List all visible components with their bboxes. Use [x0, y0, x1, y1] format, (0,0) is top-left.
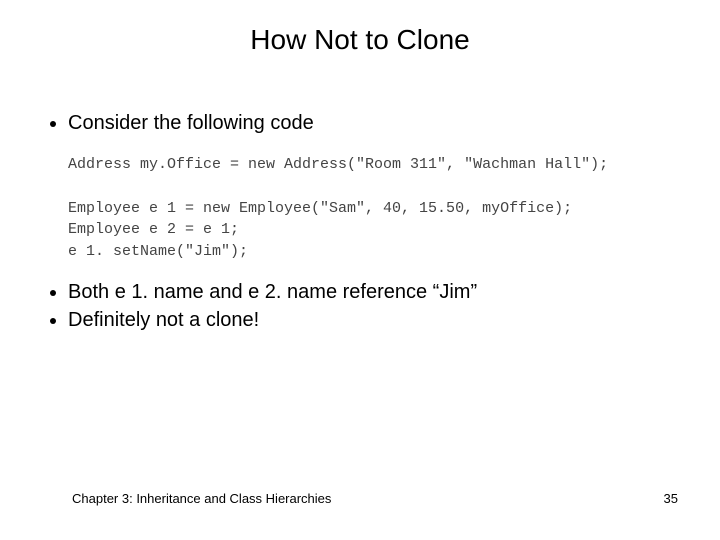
footer-chapter: Chapter 3: Inheritance and Class Hierarc… [72, 491, 331, 506]
slide: How Not to Clone Consider the following … [0, 0, 720, 540]
code-block: Address my.Office = new Address("Room 31… [68, 154, 680, 263]
bullet-item: Consider the following code [68, 110, 680, 136]
bullet-item: Definitely not a clone! [68, 307, 680, 333]
slide-body: Consider the following code Address my.O… [40, 108, 680, 335]
code-line: Address my.Office = new Address("Room 31… [68, 156, 608, 173]
code-line: e 1. setName("Jim"); [68, 243, 248, 260]
bullet-list-top: Consider the following code [40, 110, 680, 136]
code-line: Employee e 1 = new Employee("Sam", 40, 1… [68, 200, 572, 217]
bullet-item: Both e 1. name and e 2. name reference “… [68, 279, 680, 305]
footer-page-number: 35 [664, 491, 678, 506]
bullet-list-bottom: Both e 1. name and e 2. name reference “… [40, 279, 680, 333]
code-line: Employee e 2 = e 1; [68, 221, 239, 238]
slide-title: How Not to Clone [0, 24, 720, 56]
